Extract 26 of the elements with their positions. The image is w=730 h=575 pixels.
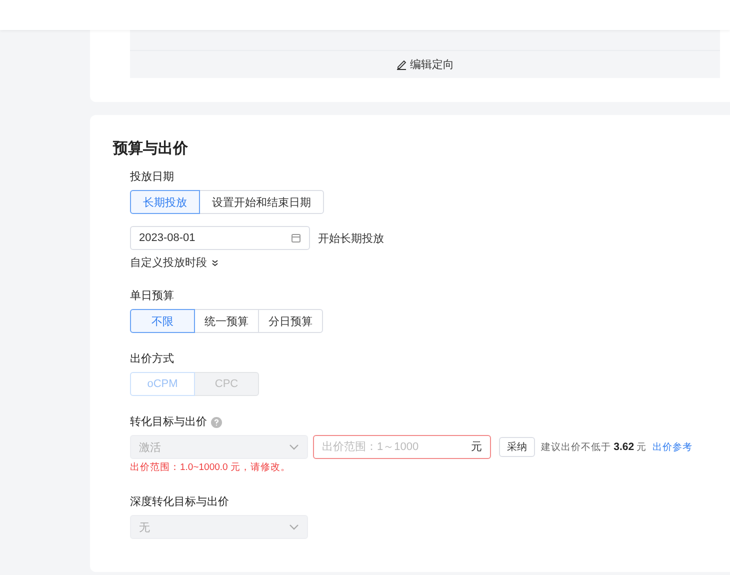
segment-tab[interactable]: 长期投放 xyxy=(130,190,200,214)
help-icon[interactable] xyxy=(211,416,222,428)
adopt-button[interactable]: 采纳 xyxy=(499,437,535,457)
chevron-down-icon xyxy=(289,524,299,530)
field-label: 出价方式 xyxy=(130,352,175,367)
segment-tab[interactable]: 设置开始和结束日期 xyxy=(199,190,324,214)
segment-tab[interactable]: 分日预算 xyxy=(258,309,323,333)
section-title: 预算与出价 xyxy=(113,139,189,159)
custom-period-toggle[interactable]: 自定义投放时段 xyxy=(130,256,219,270)
bid-suggestion: 建议出价不低于 3.62 元 xyxy=(541,440,647,454)
field-label: 转化目标与出价 xyxy=(130,415,207,430)
date-note: 开始长期投放 xyxy=(318,232,384,246)
double-chevron-icon xyxy=(211,259,219,267)
field-label: 深度转化目标与出价 xyxy=(130,494,230,510)
error-message: 出价范围：1.0~1000.0 元，请修改。 xyxy=(130,462,292,474)
field-label: 单日预算 xyxy=(130,289,175,304)
date-field[interactable]: 2023-08-01 xyxy=(130,226,310,250)
pencil-icon xyxy=(396,59,407,70)
edit-targeting-button[interactable]: 编辑定向 xyxy=(396,51,454,78)
calendar-icon xyxy=(291,233,301,243)
segment-tab[interactable]: 统一预算 xyxy=(194,309,259,333)
field-label: 投放日期 xyxy=(130,170,175,185)
unit-label: 元 xyxy=(471,440,482,454)
bid-reference-link[interactable]: 出价参考 xyxy=(652,440,693,454)
chevron-down-icon xyxy=(289,444,299,450)
segment-tab[interactable]: 不限 xyxy=(130,309,195,333)
